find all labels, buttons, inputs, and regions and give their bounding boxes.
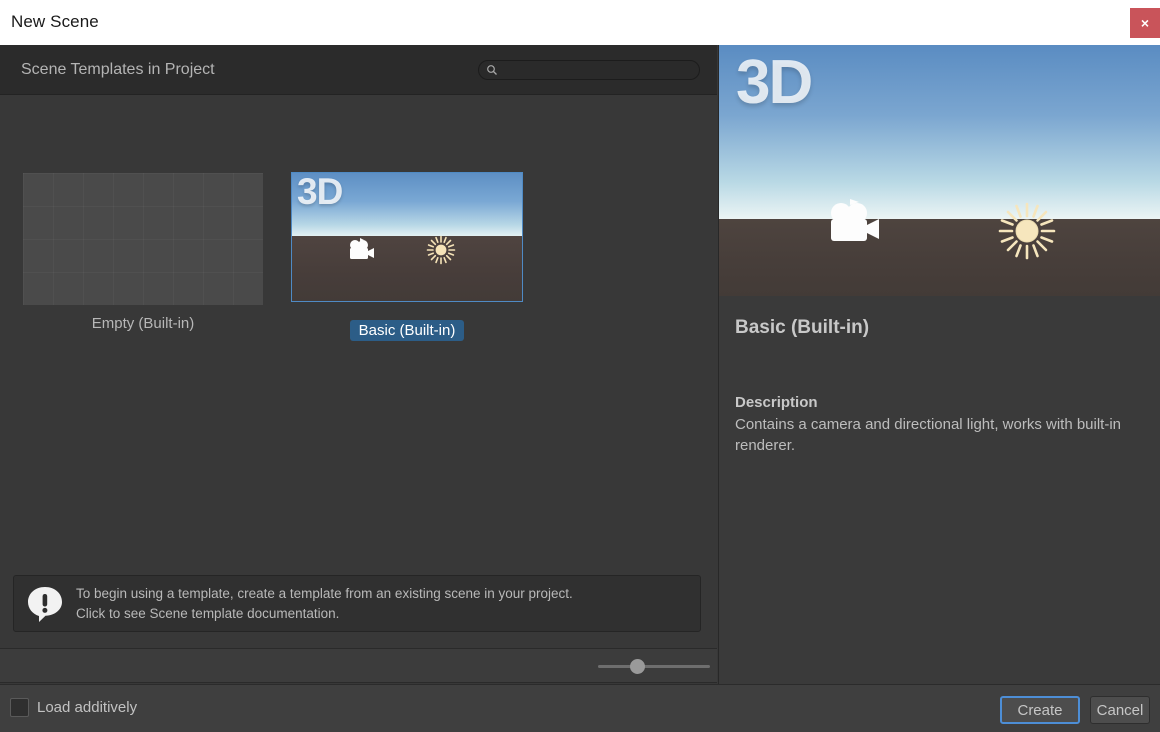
info-bubble-icon (24, 583, 66, 625)
camera-icon (818, 197, 884, 249)
template-thumbnail-basic: 3D (284, 168, 530, 306)
info-box-text: To begin using a template, create a temp… (76, 584, 573, 623)
description-body: Contains a camera and directional light,… (735, 414, 1145, 457)
templates-panel: Scene Templates in Project Empty (Bui (0, 45, 717, 648)
template-card-empty[interactable]: Empty (Built-in) (20, 170, 266, 333)
template-label-empty: Empty (Built-in) (92, 315, 195, 332)
preview-panel: 3D (718, 45, 1160, 684)
templates-header-title: Scene Templates in Project (21, 61, 215, 79)
thumbnail-3d-badge: 3D (297, 172, 342, 213)
close-icon[interactable]: × (1130, 8, 1160, 38)
zoom-slider[interactable] (598, 665, 710, 668)
template-label-basic: Basic (Built-in) (350, 320, 465, 341)
info-box[interactable]: To begin using a template, create a temp… (13, 575, 701, 632)
title-bar: New Scene × (0, 0, 1160, 45)
template-grid: Empty (Built-in) 3D (0, 96, 717, 596)
info-box-line2: Click to see Scene template documentatio… (76, 604, 573, 624)
load-additively-label: Load additively (37, 699, 137, 716)
footer-bar: Load additively Create Cancel (0, 684, 1160, 732)
search-icon (486, 64, 498, 76)
search-input[interactable] (498, 63, 699, 77)
preview-3d-badge: 3D (736, 47, 811, 118)
zoom-slider-strip (0, 648, 717, 683)
cancel-button[interactable]: Cancel (1090, 696, 1150, 724)
template-thumbnail-empty (20, 170, 266, 308)
description-heading: Description (735, 394, 1145, 411)
directional-light-icon (996, 200, 1058, 262)
camera-icon (343, 237, 377, 263)
load-additively-checkbox[interactable] (10, 698, 29, 717)
load-additively-row[interactable]: Load additively (10, 698, 137, 717)
zoom-slider-knob[interactable] (630, 659, 645, 674)
directional-light-icon (425, 234, 457, 266)
info-box-line1: To begin using a template, create a temp… (76, 584, 573, 604)
new-scene-dialog: New Scene × Scene Templates in Project (0, 0, 1160, 732)
page-title: New Scene (11, 12, 99, 32)
template-card-basic[interactable]: 3D (284, 168, 530, 341)
create-button[interactable]: Create (1000, 696, 1080, 724)
search-box[interactable] (478, 60, 700, 80)
templates-header: Scene Templates in Project (0, 45, 717, 95)
preview-title: Basic (Built-in) (735, 317, 1145, 339)
preview-scene: 3D (719, 45, 1160, 296)
preview-details: Basic (Built-in) Description Contains a … (719, 296, 1160, 457)
